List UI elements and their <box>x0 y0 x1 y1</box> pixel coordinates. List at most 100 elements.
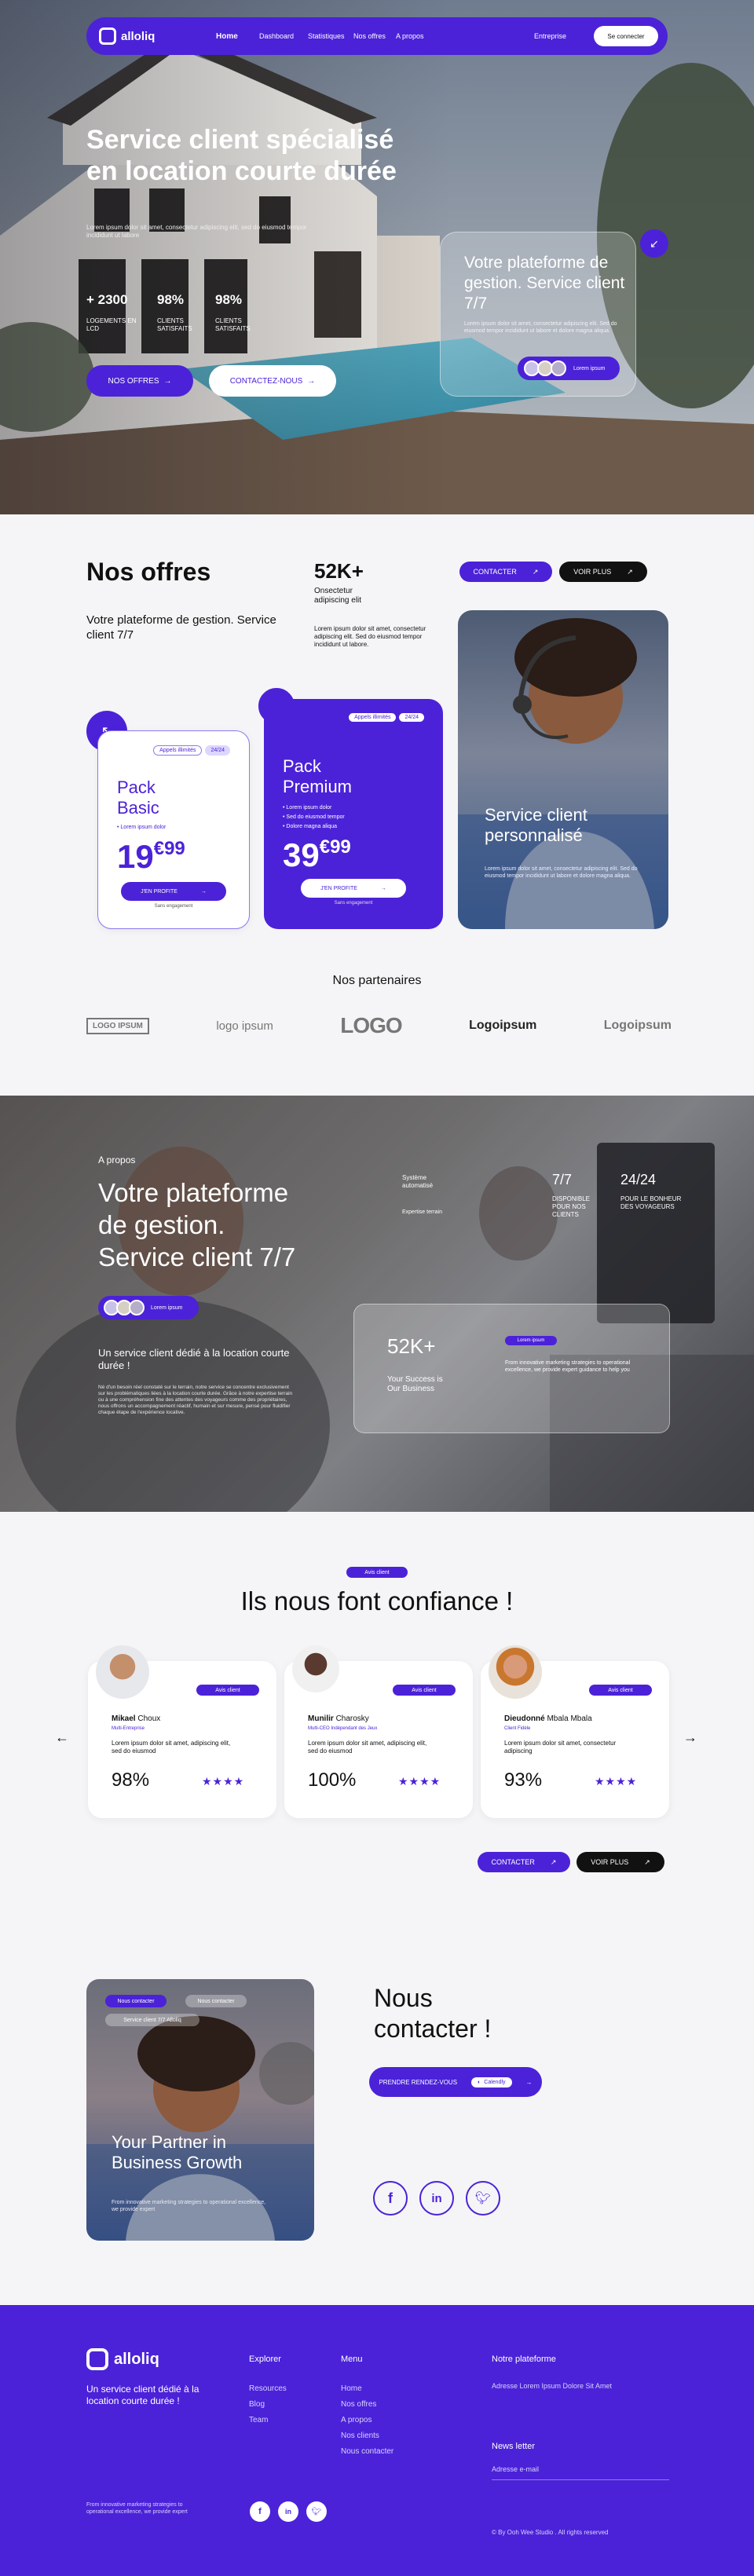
nav-home[interactable]: Home <box>216 32 238 41</box>
testimonial-card: Avis client Dieudonné Mbala Mbala Client… <box>481 1645 669 1818</box>
contact-title-line: Nous <box>374 1984 433 2012</box>
rating-stars: ★★★★ <box>398 1775 441 1787</box>
hero-card-badge: Lorem ipsum <box>518 357 620 380</box>
rdv-label: PRENDRE RENDEZ-VOUS <box>379 2078 458 2086</box>
testimonials-contacter-button[interactable]: CONTACTER ↗ <box>478 1852 570 1872</box>
pack-tag: Appels illimités <box>349 713 397 722</box>
carousel-prev-arrow[interactable]: ← <box>55 1729 69 1746</box>
testimonial-role: Client Fidèle <box>504 1726 531 1731</box>
nav-a-propos[interactable]: A propos <box>396 32 424 40</box>
contact-section: Nous contacter Nous contacter Service cl… <box>0 1881 754 2305</box>
contactez-nous-label: CONTACTEZ-NOUS <box>229 376 303 386</box>
arrow-right-icon: → <box>200 888 207 895</box>
pack-note: Sans engagement <box>334 901 373 906</box>
footer-link[interactable]: Nous contacter <box>341 2447 393 2456</box>
testimonial-score: 100% <box>308 1769 357 1791</box>
linkedin-icon[interactable]: in <box>278 2501 298 2522</box>
pack-price: 19€99 <box>117 838 230 876</box>
offres-contacter-button[interactable]: CONTACTER ↗ <box>459 562 552 582</box>
avatar <box>129 1300 145 1315</box>
calendly-label: Calendly <box>484 2079 506 2085</box>
footer-link[interactable]: Resources <box>249 2384 287 2393</box>
apropos-badge-text: Lorem ipsum <box>151 1304 183 1311</box>
testimonial-text: Lorem ipsum dolor sit amet, adipiscing e… <box>112 1740 231 1755</box>
testimonial-name: Dieudonné Mbala Mbala <box>504 1714 592 1723</box>
hero-stat: 98% CLIENTS SATISFAITS <box>157 292 195 333</box>
apropos-stat-label: Your Success is Our Business <box>387 1375 443 1393</box>
hero-platform-card: Votre plateforme de gestion. Service cli… <box>440 232 636 397</box>
testimonial-tag: Avis client <box>196 1685 259 1696</box>
footer-menu: Menu Home Nos offres A propos Nos client… <box>341 2355 393 2463</box>
login-button[interactable]: Se connecter <box>594 26 658 46</box>
footer-socials: f in 🐦︎ <box>250 2501 327 2522</box>
pack-feature-text: Sed do eiusmod tempor <box>286 814 345 820</box>
prendre-rendez-vous-button[interactable]: PRENDRE RENDEZ-VOUS ◐ Calendly → <box>369 2067 542 2097</box>
apropos-number-label: POUR LE BONHEUR DES VOYAGEURS <box>620 1195 682 1210</box>
nav-nos-offres[interactable]: Nos offres <box>353 32 386 40</box>
price-cents: €99 <box>319 836 351 858</box>
footer-link[interactable]: Nos clients <box>341 2431 393 2440</box>
pack-basic-card: Appels illimités 24/24 Pack Basic • Lore… <box>97 730 250 929</box>
apropos-stat-value: 52K+ <box>387 1334 436 1358</box>
price-amount: 39 <box>283 836 320 873</box>
footer-link[interactable]: Blog <box>249 2400 287 2409</box>
nav-dashboard[interactable]: Dashboard <box>259 32 294 40</box>
arrow-up-right-icon: ↗ <box>627 567 633 576</box>
pack-price: 39€99 <box>283 836 424 874</box>
newsletter-placeholder: Adresse e-mail <box>492 2465 540 2473</box>
footer-link[interactable]: Home <box>341 2384 393 2393</box>
contact-title-line: contacter ! <box>374 2014 492 2043</box>
twitter-icon[interactable]: 🐦︎ <box>306 2501 327 2522</box>
apropos-stat-text: From innovative marketing strategies to … <box>505 1360 631 1373</box>
pack-premium-cta[interactable]: J'EN PROFITE → <box>301 879 406 898</box>
price-amount: 19 <box>117 838 154 875</box>
contactez-nous-button[interactable]: CONTACTEZ-NOUS → <box>209 365 336 397</box>
avatar <box>551 360 566 376</box>
pack-premium-card: Appels illimités 24/24 Pack Premium • Lo… <box>264 699 443 929</box>
footer-heading: Menu <box>341 2355 363 2364</box>
nos-offres-button[interactable]: NOS OFFRES → <box>86 365 193 397</box>
footer-small-text: From innovative marketing strategies to … <box>86 2502 188 2515</box>
testimonial-tag: Avis client <box>589 1685 652 1696</box>
testimonials-voir-plus-button[interactable]: VOIR PLUS ↗ <box>576 1852 664 1872</box>
twitter-icon[interactable]: 🐦︎ <box>466 2181 500 2216</box>
hero-stats: + 2300 LOGEMENTS EN LCD 98% CLIENTS SATISF… <box>86 292 253 333</box>
stat-label: LOGEMENTS EN LCD <box>86 317 137 332</box>
stat-value: 98% <box>215 292 243 307</box>
partner-logo: Logoipsum <box>603 1019 672 1032</box>
footer-brand[interactable]: alloliq <box>86 2348 159 2370</box>
offres-stat-value: 52K+ <box>314 559 364 583</box>
pack-feature: • Dolore magna aliqua <box>283 824 338 829</box>
nav-statistiques[interactable]: Statistiques <box>308 32 345 40</box>
nav-entreprise[interactable]: Entreprise <box>534 32 566 40</box>
carousel-next-arrow[interactable]: → <box>683 1729 697 1746</box>
linkedin-icon[interactable]: in <box>419 2181 454 2216</box>
hero-card-arrow-button[interactable]: ↙ <box>640 229 668 258</box>
offres-subtitle: Votre plateforme de gestion. Service cli… <box>86 613 276 642</box>
agent-photo <box>458 618 668 929</box>
pack-feature: • Lorem ipsum dolor <box>283 805 332 810</box>
footer-link[interactable]: Nos offres <box>341 2400 393 2409</box>
stat-value: + 2300 <box>86 292 128 307</box>
apropos-title: Votre plateforme de gestion. Service cli… <box>98 1176 295 1273</box>
apropos-stat-card: 52K+ Your Success is Our Business Lorem … <box>353 1304 670 1433</box>
footer-heading: News letter <box>492 2442 536 2451</box>
facebook-icon[interactable]: f <box>373 2181 408 2216</box>
service-client-photo-card: Service client personnalisé Lorem ipsum … <box>458 610 668 929</box>
footer-link[interactable]: Team <box>249 2416 287 2424</box>
footer-link[interactable]: A propos <box>341 2416 393 2424</box>
hero-title-line-2: en location courte durée <box>86 156 397 186</box>
pack-basic-cta[interactable]: J'EN PROFITE → <box>121 882 226 901</box>
photo-card-title: Service client personnalisé <box>485 805 587 845</box>
offres-voir-plus-button[interactable]: VOIR PLUS ↗ <box>559 562 647 582</box>
avatar <box>489 1645 542 1699</box>
cta-label: J'EN PROFITE <box>141 888 178 895</box>
testimonial-name: Munilir Charosky <box>308 1714 369 1723</box>
brand-logo[interactable]: alloliq <box>99 27 155 45</box>
pack-name: Pack Basic <box>117 778 159 818</box>
partner-logo: Logoipsum <box>469 1019 537 1032</box>
apropos-tag: A propos <box>98 1154 136 1165</box>
facebook-icon[interactable]: f <box>250 2501 270 2522</box>
newsletter-input[interactable]: Adresse e-mail <box>492 2465 669 2480</box>
rating-stars: ★★★★ <box>202 1775 245 1787</box>
